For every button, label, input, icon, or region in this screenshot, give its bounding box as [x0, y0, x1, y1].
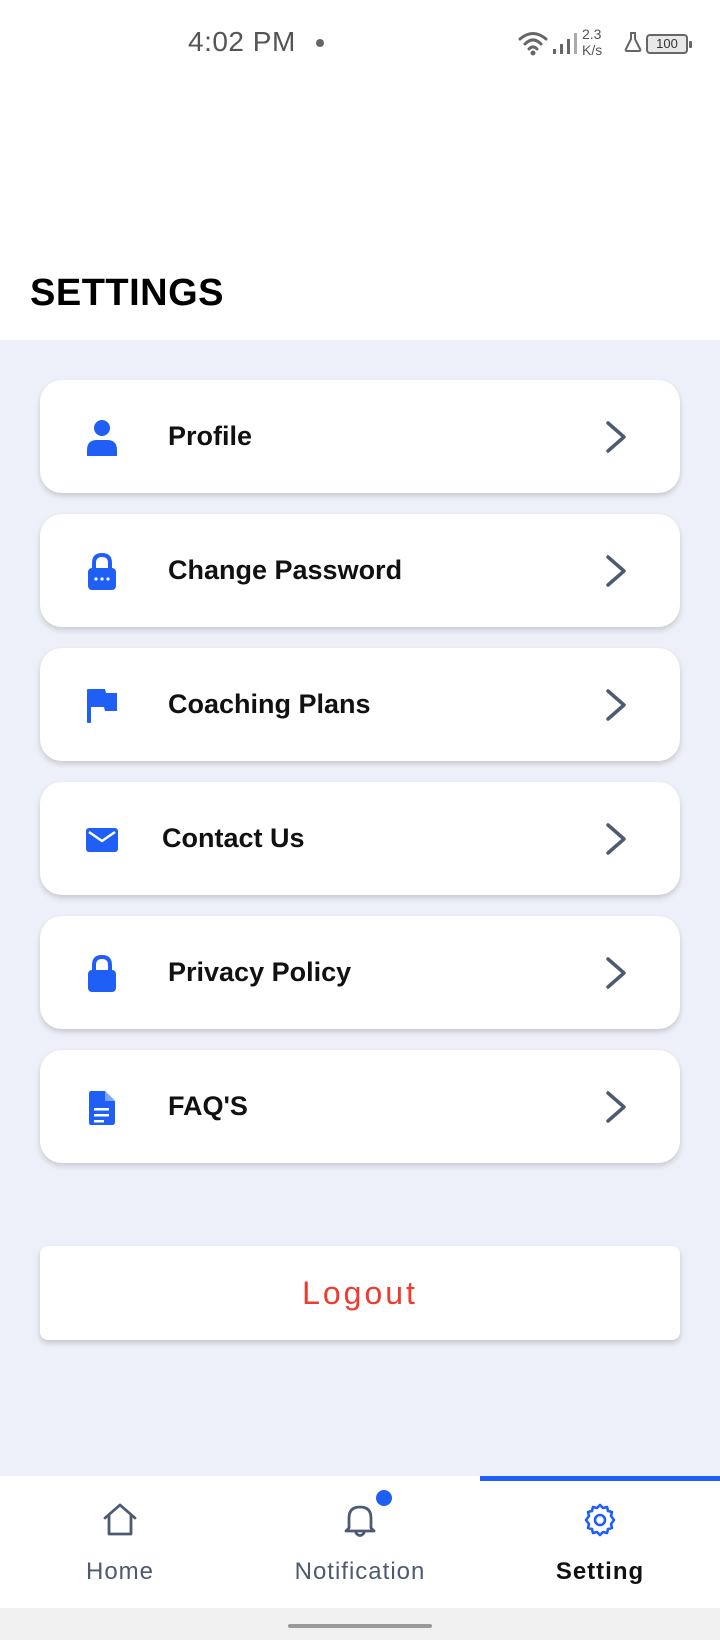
chevron-right-icon [606, 823, 626, 855]
nav-setting-label: Setting [555, 1558, 645, 1585]
menu-item-faqs[interactable]: FAQ'S [40, 1050, 680, 1163]
system-navigation-bar [0, 1608, 720, 1640]
menu-item-label: Profile [168, 421, 253, 451]
page-title: SETTINGS [30, 272, 225, 314]
menu-item-privacy-policy[interactable]: Privacy Policy [40, 916, 680, 1029]
status-bar: 4:02 PM 2.3 K/s 100 [0, 0, 720, 90]
network-speed: 2.3 K/s [582, 26, 612, 58]
home-icon [103, 1503, 137, 1536]
bell-icon [344, 1505, 376, 1537]
chevron-right-icon [606, 957, 626, 989]
signal-icon [553, 33, 577, 54]
nav-home-label: Home [85, 1558, 155, 1585]
flask-icon [624, 32, 642, 52]
menu-item-contact-us[interactable]: Contact Us [40, 782, 680, 895]
settings-content: Profile Change Password Coaching Plans C… [0, 340, 720, 1476]
menu-item-change-password[interactable]: Change Password [40, 514, 680, 627]
menu-item-label: Change Password [168, 555, 403, 585]
chevron-right-icon [606, 421, 626, 453]
notification-badge [376, 1490, 392, 1506]
logout-button[interactable]: Logout [40, 1246, 680, 1340]
nav-notification[interactable]: Notification [240, 1476, 480, 1608]
battery-icon: 100 [646, 34, 692, 54]
nav-setting[interactable]: Setting [480, 1476, 720, 1608]
password-lock-icon [82, 552, 122, 592]
status-time: 4:02 PM [188, 26, 296, 57]
document-icon [82, 1088, 122, 1128]
nav-notification-label: Notification [294, 1558, 426, 1585]
flag-icon [82, 686, 122, 726]
person-icon [82, 418, 122, 458]
menu-item-profile[interactable]: Profile [40, 380, 680, 493]
network-speed-value: 2.3 [582, 26, 602, 42]
mail-icon [82, 820, 122, 860]
menu-item-label: Contact Us [162, 823, 305, 853]
lock-icon [82, 954, 122, 994]
menu-item-coaching-plans[interactable]: Coaching Plans [40, 648, 680, 761]
notification-dot-icon [316, 39, 324, 47]
home-indicator[interactable] [288, 1624, 432, 1628]
wifi-icon [518, 32, 548, 56]
chevron-right-icon [606, 555, 626, 587]
menu-item-label: FAQ'S [168, 1091, 248, 1121]
menu-item-label: Privacy Policy [168, 957, 352, 987]
gear-icon [584, 1503, 616, 1537]
network-speed-unit: K/s [582, 42, 603, 58]
bottom-nav: Home Notification Setting [0, 1476, 720, 1608]
chevron-right-icon [606, 689, 626, 721]
menu-item-label: Coaching Plans [168, 689, 371, 719]
nav-home[interactable]: Home [0, 1476, 240, 1608]
chevron-right-icon [606, 1091, 626, 1123]
